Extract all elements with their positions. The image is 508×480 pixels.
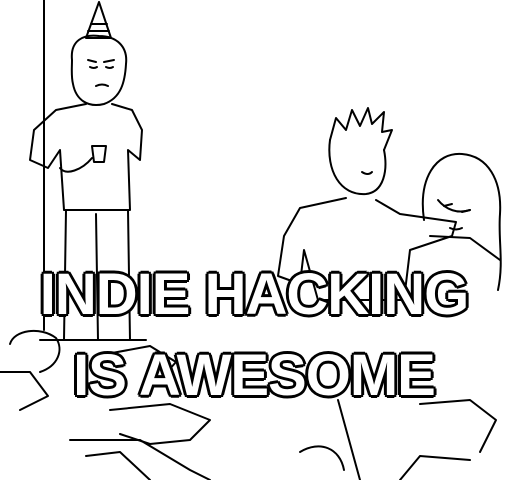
spiky-head xyxy=(328,139,387,196)
cup xyxy=(91,145,107,163)
caption-bottom-line: IS AWESOME xyxy=(72,343,438,408)
lonely-head xyxy=(70,34,128,106)
spiky-hair xyxy=(329,107,393,151)
caption-top-line: INDIE HACKING xyxy=(38,262,470,327)
crowd-right xyxy=(299,399,497,480)
party-hat xyxy=(85,1,112,39)
meme-drawing xyxy=(0,0,502,480)
lonely-torso xyxy=(29,103,143,211)
